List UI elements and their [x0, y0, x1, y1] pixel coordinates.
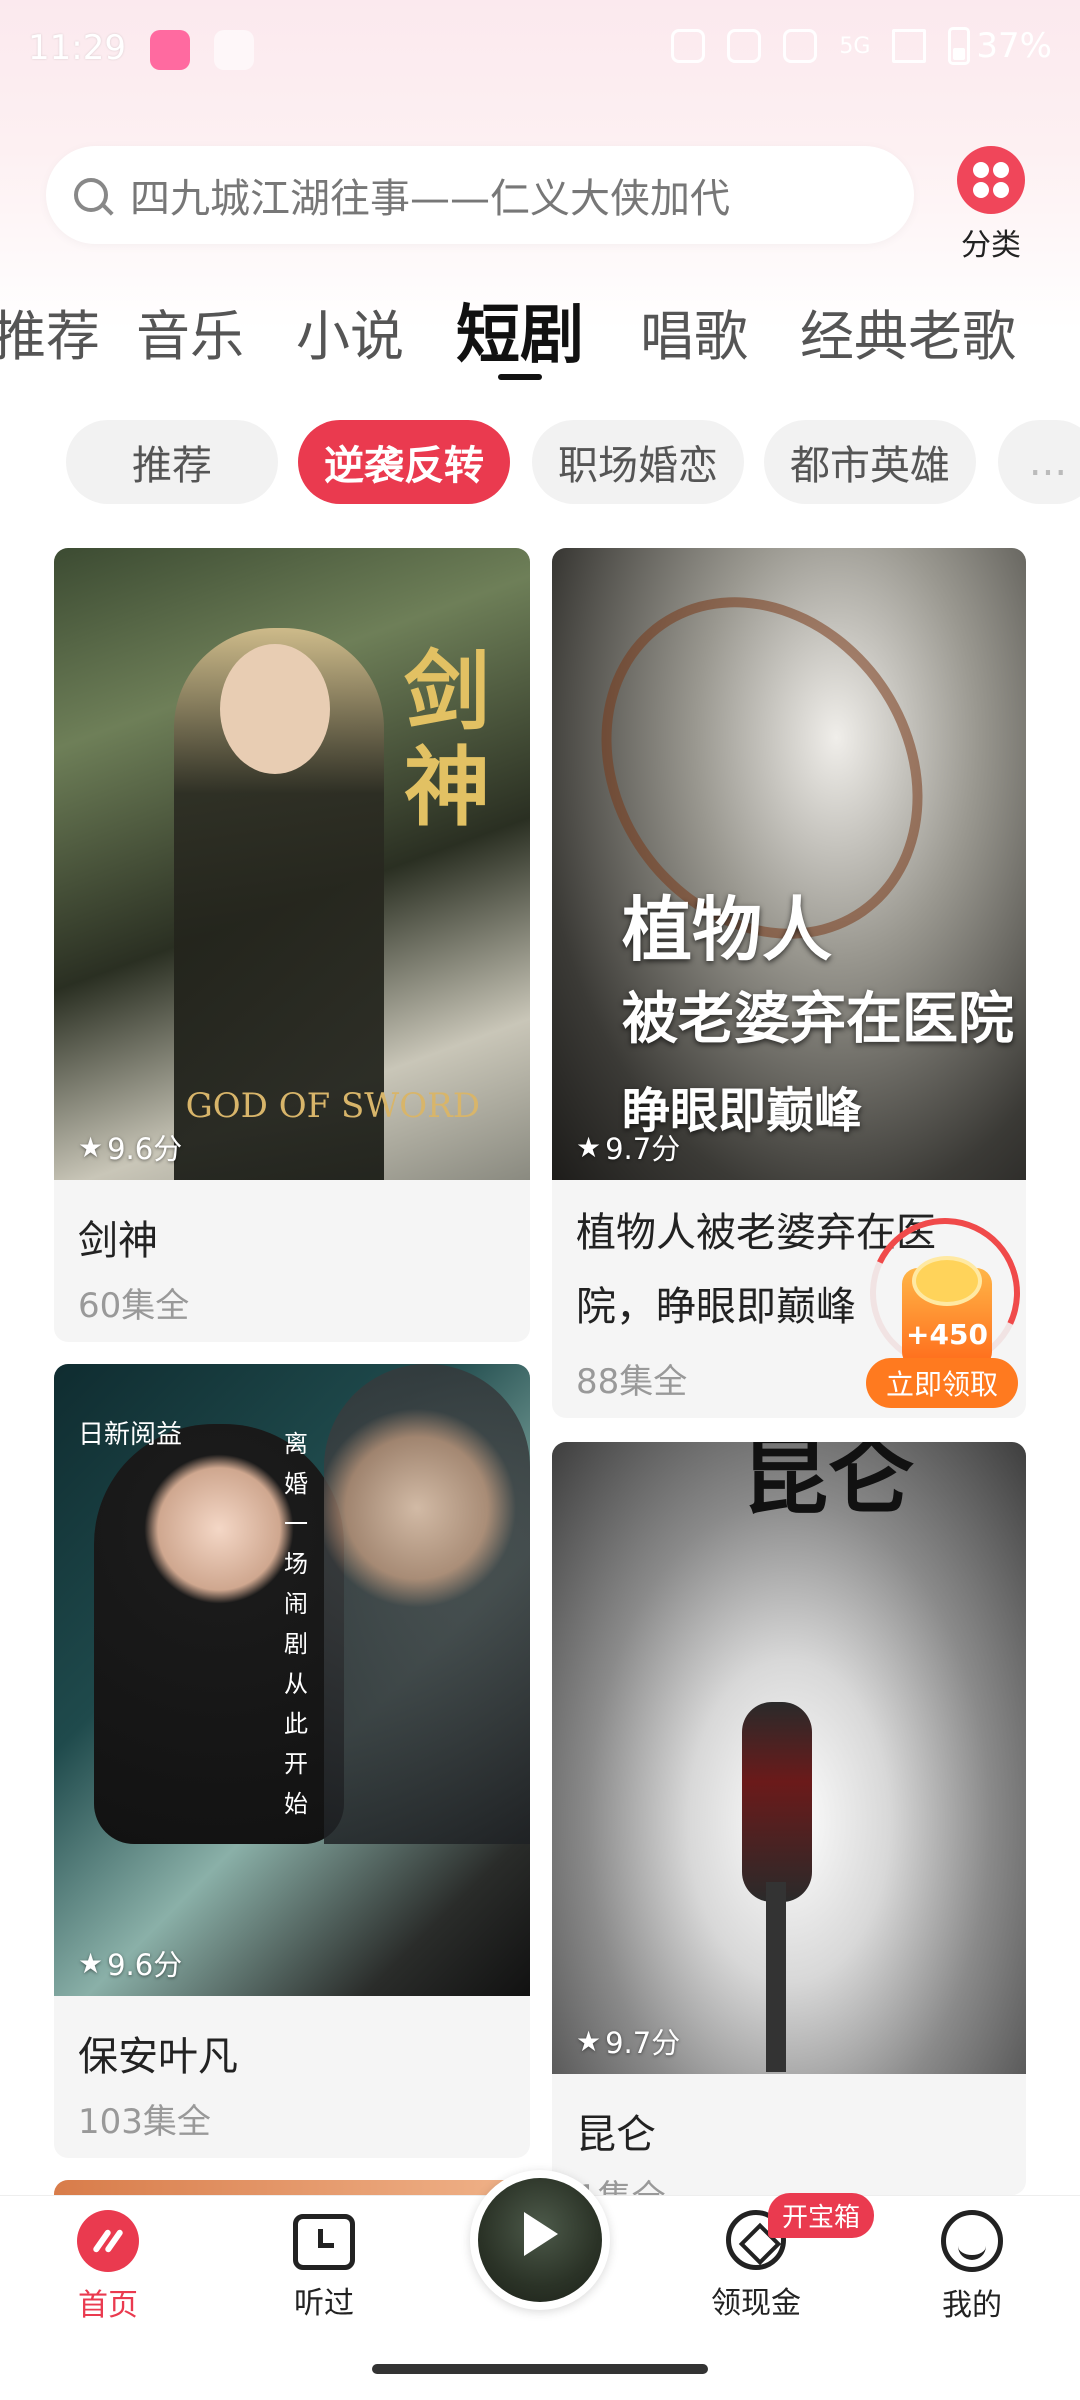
poster-title-art: 植物人 被老婆弃在医院 睁眼即巅峰 — [622, 888, 1014, 1139]
star-icon: ★ — [78, 1946, 104, 1980]
app-notification-icon-2 — [214, 30, 254, 70]
status-time: 11:29 — [28, 28, 126, 68]
now-playing-button[interactable] — [470, 2170, 610, 2310]
star-icon: ★ — [576, 2024, 602, 2058]
drama-card-kunlun[interactable]: 昆仑 ★9.7分 昆仑 1集全 — [552, 1442, 1026, 2195]
status-bar: 11:29 5G 37% — [0, 0, 1080, 100]
reward-amount: +450 — [906, 1318, 988, 1351]
search-bar[interactable]: 四九城江湖往事——仁义大侠加代 — [46, 146, 914, 244]
tab-music[interactable]: 音乐 — [136, 292, 244, 371]
battery-icon — [948, 27, 971, 65]
star-icon: ★ — [576, 1130, 602, 1164]
nav-cash-label: 领现金 — [711, 2286, 801, 2321]
app-notification-icon — [150, 30, 190, 70]
search-icon — [74, 178, 108, 212]
nav-profile[interactable]: 我的 — [912, 2210, 1032, 2324]
profile-icon — [941, 2210, 1003, 2272]
category-label: 分类 — [961, 228, 1021, 263]
card-episodes: 60集全 — [78, 1286, 190, 1326]
poster-title-art: 剑神 — [404, 641, 490, 838]
card-title: 昆仑 — [576, 2112, 656, 2158]
poster-tagline: 离婚一场闹剧从此开始 — [284, 1430, 308, 1818]
nav-history-label: 听过 — [294, 2286, 354, 2321]
drama-card-sword-god[interactable]: 剑神 GOD OF SWORD ★ 9.6分 剑神 60集全 — [54, 548, 530, 1342]
rating-badge: ★ 9.7分 — [576, 2024, 681, 2061]
card-title: 保安叶凡 — [78, 2034, 238, 2080]
nav-history[interactable]: 听过 — [264, 2210, 384, 2322]
chip-comeback[interactable]: 逆袭反转 — [298, 420, 510, 504]
battery-indicator: 37% — [948, 26, 1052, 66]
poster-title-art: 昆仑 — [742, 1442, 914, 1527]
top-tabs: 推荐 音乐 小说 短剧 唱歌 经典老歌 — [0, 282, 1080, 382]
reward-widget[interactable]: +450 立即领取 — [848, 1196, 1042, 1408]
battery-percent: 37% — [976, 26, 1052, 66]
tab-short-drama[interactable]: 短剧 — [456, 284, 584, 376]
card-episodes: 88集全 — [576, 1362, 688, 1402]
category-button[interactable]: 分类 — [956, 146, 1026, 264]
network-label: 5G — [839, 33, 871, 59]
tab-novel[interactable]: 小说 — [296, 292, 404, 371]
rating-badge: ★ 9.6分 — [78, 1130, 183, 1167]
star-icon: ★ — [78, 1130, 104, 1164]
signal-icon — [892, 29, 927, 63]
home-icon — [77, 2210, 139, 2272]
poster-subtitle-art: GOD OF SWORD — [185, 1086, 480, 1126]
history-icon — [293, 2214, 355, 2270]
coin-icon — [912, 1256, 982, 1306]
poster-brand: 日新阅益 — [78, 1420, 183, 1450]
nav-profile-label: 我的 — [942, 2288, 1002, 2323]
chip-recommend[interactable]: 推荐 — [66, 420, 278, 504]
drama-card-security-yefan[interactable]: 日新阅益 离婚一场闹剧从此开始 ★ 9.6分 保安叶凡 103集全 — [54, 1364, 530, 2158]
gesture-bar — [372, 2364, 708, 2374]
tab-singing[interactable]: 唱歌 — [640, 292, 748, 371]
alarm-icon — [671, 29, 706, 63]
active-tab-indicator — [498, 374, 542, 380]
poster-image: 昆仑 — [552, 1442, 1026, 2074]
next-card-peek — [54, 2180, 530, 2195]
play-icon — [524, 2212, 558, 2256]
poster-image: 日新阅益 离婚一场闹剧从此开始 — [54, 1364, 530, 1996]
card-episodes: 103集全 — [78, 2102, 211, 2142]
chip-workplace-romance[interactable]: 职场婚恋 — [532, 420, 744, 504]
card-title: 剑神 — [78, 1218, 158, 1264]
rating-badge: ★ 9.6分 — [78, 1946, 183, 1983]
chip-more[interactable]: ... — [998, 420, 1080, 504]
wifi-icon — [783, 29, 818, 63]
treasure-box-badge: 开宝箱 — [768, 2193, 875, 2238]
filter-chips: 推荐 逆袭反转 职场婚恋 都市英雄 ... — [0, 420, 1080, 504]
search-placeholder: 四九城江湖往事——仁义大侠加代 — [130, 176, 730, 222]
claim-reward-button[interactable]: 立即领取 — [866, 1358, 1018, 1408]
tab-recommend[interactable]: 推荐 — [0, 292, 100, 371]
rating-badge: ★ 9.7分 — [576, 1130, 681, 1167]
poster-image: 植物人 被老婆弃在医院 睁眼即巅峰 — [552, 548, 1026, 1180]
nav-home-label: 首页 — [78, 2288, 138, 2323]
tab-classic-songs[interactable]: 经典老歌 — [800, 292, 1016, 371]
nav-home[interactable]: 首页 — [48, 2210, 168, 2324]
category-icon — [957, 146, 1025, 214]
chip-urban-hero[interactable]: 都市英雄 — [764, 420, 976, 504]
key-icon — [727, 29, 762, 63]
poster-image: 剑神 GOD OF SWORD — [54, 548, 530, 1180]
